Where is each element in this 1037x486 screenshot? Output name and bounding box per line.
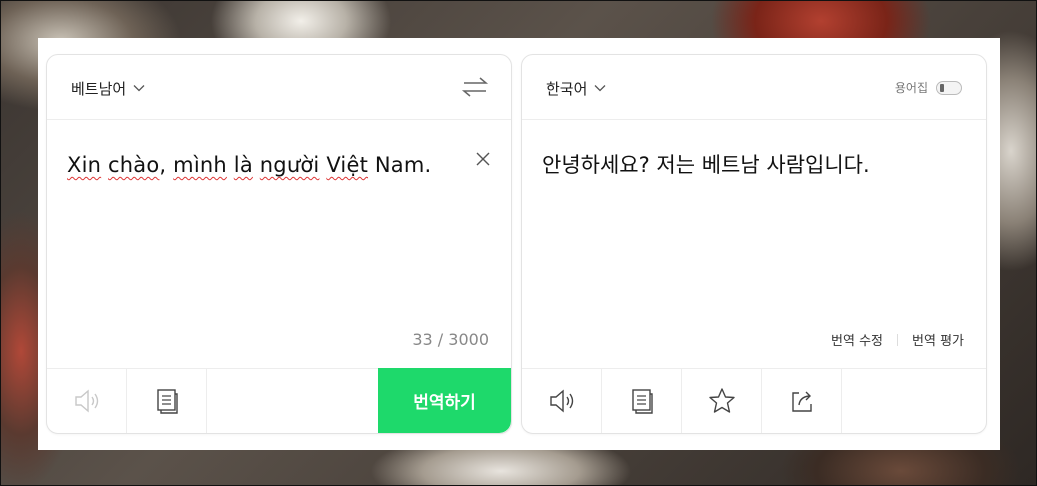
source-language-select[interactable]: 베트남어 bbox=[71, 77, 146, 99]
rate-translation-link[interactable]: 번역 평가 bbox=[912, 330, 964, 349]
target-language-select[interactable]: 한국어 bbox=[546, 77, 607, 99]
speaker-icon bbox=[549, 389, 573, 413]
misspelled-word: mình bbox=[173, 153, 227, 177]
translate-button[interactable]: 번역하기 bbox=[378, 368, 511, 433]
source-listen-button[interactable] bbox=[47, 369, 127, 433]
source-language-label: 베트남어 bbox=[71, 79, 127, 98]
target-copy-button[interactable] bbox=[602, 369, 682, 433]
speaker-icon bbox=[74, 389, 98, 413]
chevron-down-icon bbox=[133, 85, 145, 92]
source-textarea[interactable]: Xin chào, mình là người Việt Nam. bbox=[67, 151, 457, 179]
target-language-label: 한국어 bbox=[546, 79, 588, 98]
misspelled-word: người bbox=[259, 153, 320, 177]
target-toolbar bbox=[522, 368, 986, 433]
glossary-label: 용어집 bbox=[894, 81, 928, 95]
chevron-down-icon bbox=[594, 85, 606, 92]
target-listen-button[interactable] bbox=[522, 369, 602, 433]
copy-icon bbox=[631, 389, 653, 414]
translation-feedback: 번역 수정 번역 평가 bbox=[831, 330, 964, 349]
target-panel: 한국어 용어집 안녕하세요? 저는 베트남 사람입니다. 번역 수정 번역 평가 bbox=[521, 54, 987, 434]
text-comma: , bbox=[159, 153, 174, 177]
text-space bbox=[253, 153, 260, 177]
source-copy-button[interactable] bbox=[127, 369, 207, 433]
star-icon bbox=[708, 388, 735, 413]
edit-translation-link[interactable]: 번역 수정 bbox=[831, 330, 883, 349]
share-icon bbox=[791, 391, 812, 412]
copy-icon bbox=[156, 389, 178, 414]
text-space bbox=[227, 153, 234, 177]
misspelled-word: Việt bbox=[326, 153, 369, 177]
translation-result: 안녕하세요? 저는 베트남 사람입니다. bbox=[542, 153, 870, 177]
swap-icon[interactable] bbox=[461, 75, 489, 99]
share-button[interactable] bbox=[762, 369, 842, 433]
misspelled-word: chào bbox=[108, 153, 160, 177]
character-counter: 33 / 3000 bbox=[412, 330, 489, 349]
favorite-button[interactable] bbox=[682, 369, 762, 433]
text-space bbox=[101, 153, 108, 177]
background-photo: 베트남어 Xin chào, mình là người Việt Nam. 3… bbox=[0, 0, 1037, 486]
close-icon[interactable] bbox=[475, 151, 491, 167]
source-panel: 베트남어 Xin chào, mình là người Việt Nam. 3… bbox=[46, 54, 512, 434]
source-header: 베트남어 bbox=[47, 55, 511, 120]
misspelled-word: là bbox=[233, 153, 253, 177]
glossary-toggle[interactable] bbox=[936, 80, 962, 95]
text-end: Nam. bbox=[368, 153, 432, 177]
divider bbox=[897, 333, 899, 346]
target-header: 한국어 용어집 bbox=[522, 55, 986, 120]
misspelled-word: Xin bbox=[67, 153, 102, 177]
glossary-control: 용어집 bbox=[895, 79, 962, 96]
